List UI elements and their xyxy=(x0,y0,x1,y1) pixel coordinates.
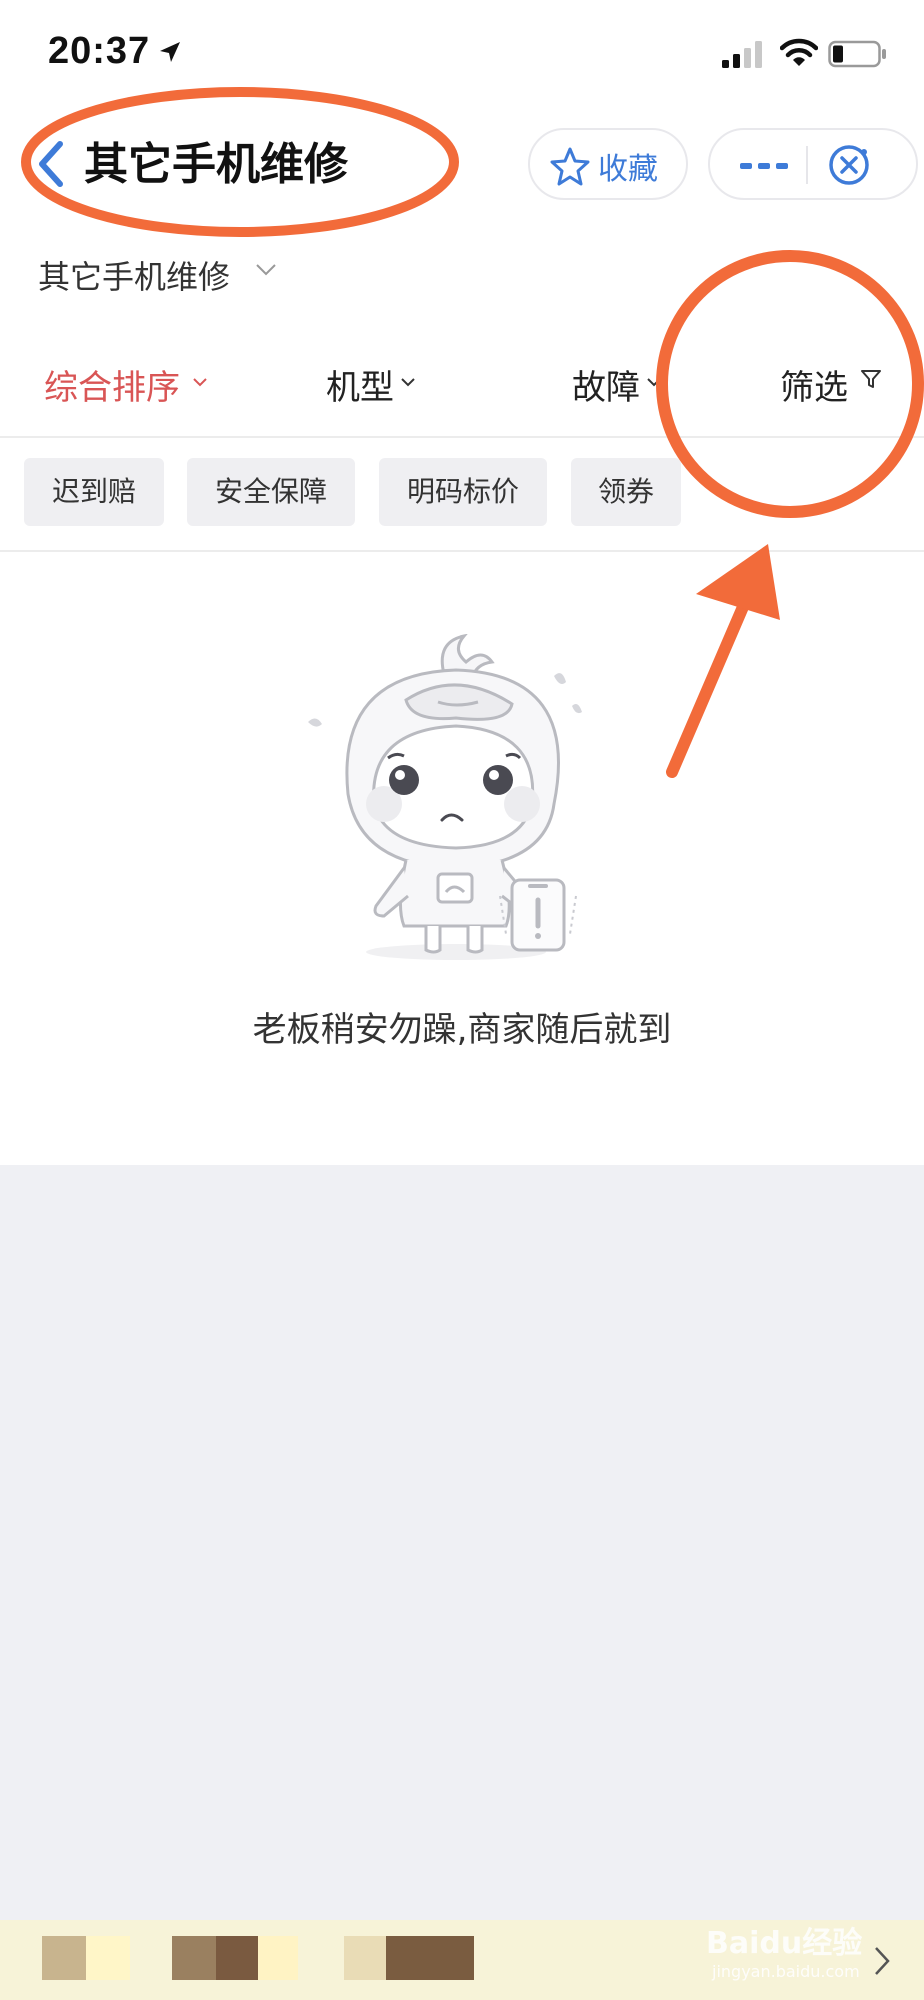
watermark-url: jingyan.baidu.com xyxy=(712,1962,860,1981)
tag-safety-guarantee[interactable]: 安全保障 xyxy=(187,458,355,526)
capsule-divider xyxy=(806,146,808,184)
tag-late-compensation[interactable]: 迟到赔 xyxy=(24,458,164,526)
chevron-right-icon[interactable] xyxy=(872,1944,892,1978)
sort-bar-divider xyxy=(0,436,924,438)
close-icon[interactable] xyxy=(826,142,872,188)
tag-clear-pricing[interactable]: 明码标价 xyxy=(379,458,547,526)
back-icon[interactable] xyxy=(34,140,66,188)
filter-icon xyxy=(861,370,881,388)
chevron-down-icon xyxy=(401,378,415,387)
content-background xyxy=(0,1165,924,2000)
blurred-block xyxy=(258,1936,298,1980)
annotation-arrow xyxy=(666,566,764,778)
blurred-block xyxy=(344,1936,386,1980)
favorite-label: 收藏 xyxy=(598,152,658,187)
tag-coupon[interactable]: 领券 xyxy=(571,458,681,526)
favorite-button[interactable]: 收藏 xyxy=(528,128,688,200)
empty-state-mascot-illustration xyxy=(308,634,582,960)
sort-tab-model[interactable]: 机型 xyxy=(326,360,394,409)
star-icon xyxy=(550,147,590,186)
blurred-block xyxy=(86,1936,130,1980)
chevron-down-icon xyxy=(647,378,661,387)
page-title: 其它手机维修 xyxy=(84,139,348,190)
category-selector[interactable]: 其它手机维修 xyxy=(38,252,230,298)
status-time: 20:37 xyxy=(48,30,151,72)
tags-divider xyxy=(0,550,924,552)
signal-icon xyxy=(722,41,762,68)
sort-tab-overall[interactable]: 综合排序 xyxy=(44,360,180,409)
blurred-block xyxy=(42,1936,86,1980)
wifi-icon xyxy=(780,38,818,66)
baidu-jingyan-watermark: Baidu经验 xyxy=(706,1926,863,1961)
sort-tab-fault[interactable]: 故障 xyxy=(572,360,640,409)
sort-tab-filter[interactable]: 筛选 xyxy=(780,360,848,409)
location-arrow-icon xyxy=(160,42,180,62)
blurred-block xyxy=(172,1936,216,1980)
mini-program-capsule xyxy=(708,128,918,200)
chevron-down-icon xyxy=(256,264,276,276)
chevron-down-icon xyxy=(193,378,207,387)
battery-icon xyxy=(828,40,886,68)
more-icon[interactable] xyxy=(740,160,788,172)
blurred-block xyxy=(216,1936,258,1980)
empty-state-message: 老板稍安勿躁,商家随后就到 xyxy=(252,1010,672,1050)
blurred-block xyxy=(386,1936,474,1980)
